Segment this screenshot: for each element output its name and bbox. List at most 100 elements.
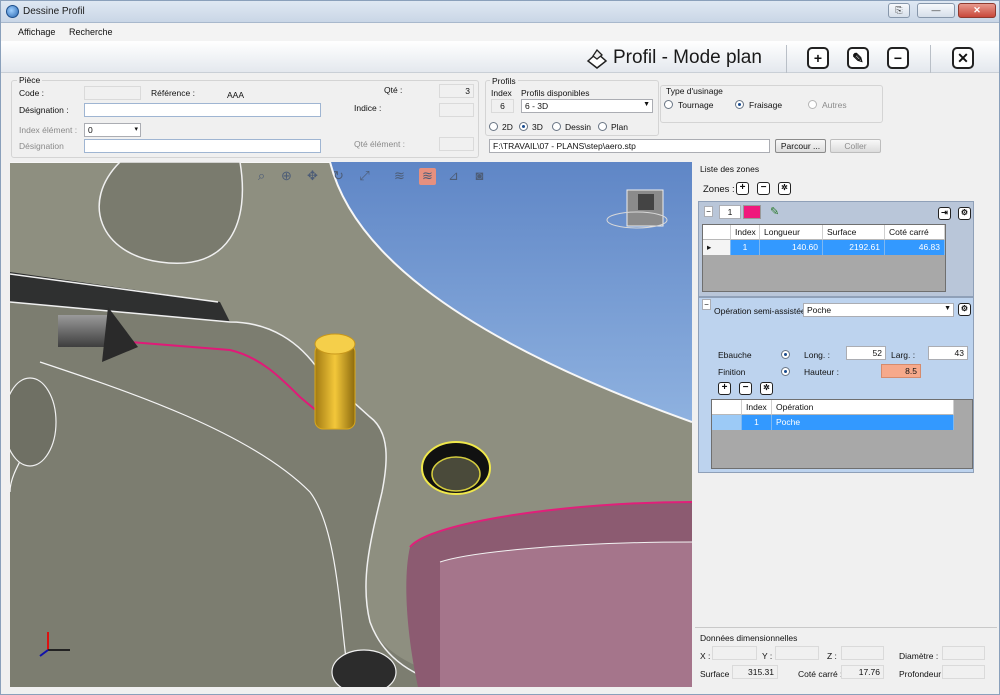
code-field[interactable] bbox=[84, 86, 141, 100]
cad-model-view[interactable] bbox=[10, 162, 692, 687]
fit-icon[interactable]: ⤢ bbox=[356, 168, 373, 185]
collapse-zone-button[interactable]: − bbox=[704, 206, 713, 217]
profondeur-field[interactable] bbox=[942, 665, 985, 679]
profile-a-icon[interactable]: ≋ bbox=[391, 168, 408, 185]
view-dessin-label: Dessin bbox=[565, 122, 591, 132]
cote-carre-field[interactable]: 17.76 bbox=[841, 665, 884, 679]
surface-label: Surface : bbox=[700, 669, 735, 679]
tournage-radio[interactable] bbox=[664, 100, 673, 109]
fraisage-radio[interactable] bbox=[735, 100, 744, 109]
index-element-select[interactable]: 0 ▾ bbox=[84, 123, 141, 137]
y-field[interactable] bbox=[775, 646, 819, 660]
zone-tool-icon[interactable]: ⚙ bbox=[958, 207, 971, 220]
col-longueur-header: Longueur bbox=[760, 225, 823, 240]
zone-export-icon[interactable]: ⇥ bbox=[938, 207, 951, 220]
zoom-icon[interactable]: ⊕ bbox=[278, 168, 295, 185]
ops-col-index-header: Index bbox=[742, 400, 772, 415]
operation-label: Opération semi-assistée : bbox=[714, 306, 811, 316]
designation2-label: Désignation bbox=[19, 141, 64, 151]
zones-label: Zones : bbox=[703, 184, 735, 195]
indice-field[interactable] bbox=[439, 103, 474, 117]
view-dessin-radio[interactable] bbox=[552, 122, 561, 131]
operation-tool-icon[interactable]: ⚙ bbox=[958, 303, 971, 316]
add-zone-button[interactable]: + bbox=[736, 182, 749, 195]
app-logo-icon bbox=[6, 5, 19, 18]
close-profile-button[interactable]: ✕ bbox=[952, 47, 974, 69]
page-title: Profil - Mode plan bbox=[613, 47, 762, 68]
finition-label: Finition bbox=[718, 367, 746, 377]
file-path-field[interactable]: F:\TRAVAIL\07 - PLANS\step\aero.stp bbox=[489, 139, 770, 153]
window-title: Dessine Profil bbox=[23, 6, 85, 17]
edit-button[interactable]: ✎ bbox=[847, 47, 869, 69]
operation-select[interactable]: Poche ▼ bbox=[803, 303, 954, 317]
table-row[interactable]: 1 Poche bbox=[712, 415, 954, 430]
reference-field[interactable]: AAA bbox=[223, 88, 321, 102]
profils-disponibles-value: 6 - 3D bbox=[525, 101, 549, 111]
zone-color-swatch[interactable] bbox=[743, 205, 761, 219]
view-2d-radio[interactable] bbox=[489, 122, 498, 131]
profil-index-field[interactable]: 6 bbox=[491, 99, 514, 113]
cell-longueur: 140.60 bbox=[760, 240, 823, 255]
add-button[interactable]: + bbox=[807, 47, 829, 69]
camera-icon[interactable]: ◙ bbox=[471, 168, 488, 185]
code-label: Code : bbox=[19, 88, 45, 98]
remove-zone-button[interactable]: − bbox=[757, 182, 770, 195]
coller-button[interactable]: Coller bbox=[830, 139, 881, 153]
larg-field[interactable]: 43 bbox=[928, 346, 968, 360]
minimize-button[interactable]: — bbox=[917, 3, 955, 18]
view-3d-radio[interactable] bbox=[519, 122, 528, 131]
ops-col-operation-header: Opération bbox=[772, 400, 954, 415]
profile-mode-icon bbox=[586, 49, 608, 69]
y-label: Y : bbox=[762, 651, 773, 661]
hauteur-field[interactable]: 8.5 bbox=[881, 364, 921, 378]
remove-button[interactable]: − bbox=[887, 47, 909, 69]
zone-settings-icon[interactable]: ✲ bbox=[778, 182, 791, 195]
index-element-value: 0 bbox=[88, 125, 93, 135]
ops-cell-operation: Poche bbox=[772, 415, 954, 430]
collapse-operation-button[interactable]: − bbox=[702, 299, 711, 310]
menu-recherche[interactable]: Recherche bbox=[69, 27, 113, 37]
menu-bar: Affichage Recherche bbox=[1, 23, 999, 41]
zone-number-field[interactable]: 1 bbox=[719, 205, 741, 219]
restore-button[interactable]: ⎘ bbox=[888, 3, 910, 18]
menu-affichage[interactable]: Affichage bbox=[18, 27, 55, 37]
x-label: X : bbox=[700, 651, 711, 661]
3d-viewport[interactable] bbox=[10, 162, 692, 687]
remove-operation-button[interactable]: − bbox=[739, 382, 752, 395]
profils-disponibles-select[interactable]: 6 - 3D ▼ bbox=[521, 99, 653, 113]
view-plan-radio[interactable] bbox=[598, 122, 607, 131]
close-window-button[interactable]: ✕ bbox=[958, 3, 996, 18]
x-field[interactable] bbox=[712, 646, 757, 660]
surface-field[interactable]: 315.31 bbox=[732, 665, 778, 679]
ebauche-radio[interactable] bbox=[781, 350, 790, 359]
ops-table-corner bbox=[712, 400, 742, 415]
add-operation-button[interactable]: + bbox=[718, 382, 731, 395]
table-row[interactable]: ▸ 1 140.60 2192.61 46.83 bbox=[703, 240, 945, 255]
ops-row-header bbox=[712, 415, 742, 430]
designation2-field[interactable] bbox=[84, 139, 321, 153]
dimensions-separator bbox=[695, 627, 997, 628]
rotate-icon[interactable]: ↻ bbox=[330, 168, 347, 185]
col-index-header: Index bbox=[731, 225, 760, 240]
diametre-label: Diamètre : bbox=[899, 651, 939, 661]
zone-edit-icon[interactable]: ✎ bbox=[770, 205, 779, 218]
finition-radio[interactable] bbox=[781, 367, 790, 376]
profile-b-icon[interactable]: ≋ bbox=[419, 168, 436, 185]
view-plan-label: Plan bbox=[611, 122, 629, 132]
operation-settings-icon[interactable]: ✲ bbox=[760, 382, 773, 395]
z-field[interactable] bbox=[841, 646, 884, 660]
search-zoom-icon[interactable]: ⌕ bbox=[253, 168, 270, 185]
diametre-field[interactable] bbox=[942, 646, 985, 660]
profils-disponibles-label: Profils disponibles bbox=[521, 88, 590, 98]
section-icon[interactable]: ⊿ bbox=[445, 168, 462, 185]
parcourir-button[interactable]: Parcour ... bbox=[775, 139, 826, 153]
qte-element-field[interactable] bbox=[439, 137, 474, 151]
long-field[interactable]: 52 bbox=[846, 346, 886, 360]
designation-field[interactable] bbox=[84, 103, 321, 117]
pan-icon[interactable]: ✥ bbox=[304, 168, 321, 185]
operation-select-value: Poche bbox=[807, 305, 832, 315]
autres-radio[interactable] bbox=[808, 100, 817, 109]
qte-field[interactable]: 3 bbox=[439, 84, 474, 98]
hauteur-label: Hauteur : bbox=[804, 367, 839, 377]
index-element-label: Index élément : bbox=[19, 125, 78, 135]
